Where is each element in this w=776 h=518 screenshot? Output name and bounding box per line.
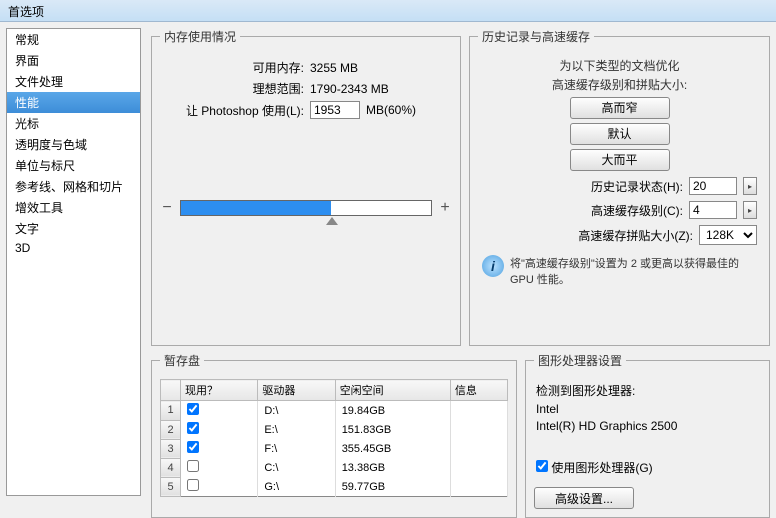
scratch-active-checkbox[interactable] (187, 422, 199, 434)
sidebar-item-6[interactable]: 单位与标尺 (7, 155, 140, 176)
use-mem-suffix: MB(60%) (366, 103, 416, 117)
scratch-active-checkbox[interactable] (187, 460, 199, 472)
gpu-detected-label: 检测到图形处理器: (536, 382, 759, 399)
table-row[interactable]: 3 F:\355.45GB (161, 439, 508, 458)
default-button[interactable]: 默认 (570, 123, 670, 145)
optimize-line1: 为以下类型的文档优化 (478, 57, 761, 74)
ideal-range-label: 理想范围: (160, 80, 310, 97)
scratch-info (450, 401, 507, 421)
cache-tile-label: 高速缓存拼贴大小(Z): (578, 227, 693, 244)
scratch-free: 355.45GB (335, 439, 450, 458)
scratch-info (450, 458, 507, 477)
tall-thin-button[interactable]: 高而窄 (570, 97, 670, 119)
window-titlebar: 首选项 (0, 0, 776, 22)
available-mem-label: 可用内存: (160, 59, 310, 76)
scratch-drive: E:\ (258, 420, 335, 439)
scratch-free: 59.77GB (335, 477, 450, 497)
memory-group: 内存使用情况 可用内存: 3255 MB 理想范围: 1790-2343 MB … (151, 28, 461, 346)
gpu-model: Intel(R) HD Graphics 2500 (536, 419, 759, 433)
scratch-free: 13.38GB (335, 458, 450, 477)
table-row[interactable]: 5 G:\59.77GB (161, 477, 508, 497)
scratch-info (450, 477, 507, 497)
cache-levels-spinner[interactable]: ▸ (743, 201, 757, 219)
scratch-drive: D:\ (258, 401, 335, 421)
col-active[interactable]: 现用？ (181, 380, 258, 401)
scratch-table: 现用？ 驱动器 空闲空间 信息 1D:\19.84GB2E:\151.83GB3… (160, 379, 508, 497)
scratch-active-checkbox[interactable] (187, 403, 199, 415)
sidebar-item-4[interactable]: 光标 (7, 113, 140, 134)
col-info[interactable]: 信息 (450, 380, 507, 401)
use-gpu-checkbox[interactable] (536, 460, 548, 472)
gpu-group: 图形处理器设置 检测到图形处理器: Intel Intel(R) HD Grap… (525, 352, 770, 518)
big-flat-button[interactable]: 大而平 (570, 149, 670, 171)
scratch-free: 19.84GB (335, 401, 450, 421)
scratch-legend: 暂存盘 (160, 352, 204, 369)
history-legend: 历史记录与高速缓存 (478, 28, 594, 45)
row-number: 3 (161, 439, 181, 458)
cache-levels-input[interactable] (689, 201, 737, 219)
scratch-active-checkbox[interactable] (187, 441, 199, 453)
sidebar-item-7[interactable]: 参考线、网格和切片 (7, 176, 140, 197)
scratch-info (450, 439, 507, 458)
sidebar-item-1[interactable]: 界面 (7, 50, 140, 71)
cache-levels-label: 高速缓存级别(C): (591, 202, 683, 219)
sidebar-item-5[interactable]: 透明度与色域 (7, 134, 140, 155)
row-number: 1 (161, 401, 181, 421)
col-free[interactable]: 空闲空间 (335, 380, 450, 401)
history-states-input[interactable] (689, 177, 737, 195)
table-row[interactable]: 1 D:\19.84GB (161, 401, 508, 421)
sidebar-item-3[interactable]: 性能 (7, 92, 140, 113)
table-row[interactable]: 2 E:\151.83GB (161, 420, 508, 439)
use-gpu-label: 使用图形处理器(G) (551, 461, 652, 475)
history-cache-group: 历史记录与高速缓存 为以下类型的文档优化 高速缓存级别和拼贴大小: 高而窄 默认… (469, 28, 770, 346)
scratch-info (450, 420, 507, 439)
sidebar-item-2[interactable]: 文件处理 (7, 71, 140, 92)
scratch-drive: G:\ (258, 477, 335, 497)
content-panel: 内存使用情况 可用内存: 3255 MB 理想范围: 1790-2343 MB … (141, 22, 776, 502)
scratch-free: 151.83GB (335, 420, 450, 439)
row-number: 5 (161, 477, 181, 497)
history-states-spinner[interactable]: ▸ (743, 177, 757, 195)
cache-tip-text: 将"高速缓存级别"设置为 2 或更高以获得最佳的 GPU 性能。 (510, 255, 757, 287)
sidebar-item-9[interactable]: 文字 (7, 218, 140, 239)
scratch-drive: C:\ (258, 458, 335, 477)
category-sidebar: 常规界面文件处理性能光标透明度与色域单位与标尺参考线、网格和切片增效工具文字3D (6, 28, 141, 496)
sidebar-item-8[interactable]: 增效工具 (7, 197, 140, 218)
scratch-drive: F:\ (258, 439, 335, 458)
slider-fill (181, 201, 331, 215)
memory-slider[interactable] (180, 200, 432, 216)
slider-thumb[interactable] (326, 217, 338, 225)
history-states-label: 历史记录状态(H): (591, 178, 683, 195)
main-area: 常规界面文件处理性能光标透明度与色域单位与标尺参考线、网格和切片增效工具文字3D… (0, 22, 776, 502)
table-row[interactable]: 4 C:\13.38GB (161, 458, 508, 477)
use-mem-input[interactable] (310, 101, 360, 119)
use-mem-label: 让 Photoshop 使用(L): (160, 102, 310, 119)
gpu-legend: 图形处理器设置 (534, 352, 626, 369)
available-mem-value: 3255 MB (310, 61, 358, 75)
row-number: 4 (161, 458, 181, 477)
scratch-active-checkbox[interactable] (187, 479, 199, 491)
slider-minus[interactable]: − (160, 199, 174, 217)
cache-tile-select[interactable]: 128K (699, 225, 757, 245)
ideal-range-value: 1790-2343 MB (310, 82, 389, 96)
info-icon: i (482, 255, 504, 277)
sidebar-item-0[interactable]: 常规 (7, 29, 140, 50)
memory-legend: 内存使用情况 (160, 28, 240, 45)
gpu-vendor: Intel (536, 402, 759, 416)
row-number: 2 (161, 420, 181, 439)
advanced-settings-button[interactable]: 高级设置... (534, 487, 634, 509)
sidebar-item-10[interactable]: 3D (7, 239, 140, 257)
slider-plus[interactable]: + (438, 199, 452, 217)
optimize-line2: 高速缓存级别和拼贴大小: (478, 76, 761, 93)
scratch-disks-group: 暂存盘 现用？ 驱动器 空闲空间 信息 1 D:\19.84GB 2 E:\151.8… (151, 352, 517, 518)
col-drive[interactable]: 驱动器 (258, 380, 335, 401)
